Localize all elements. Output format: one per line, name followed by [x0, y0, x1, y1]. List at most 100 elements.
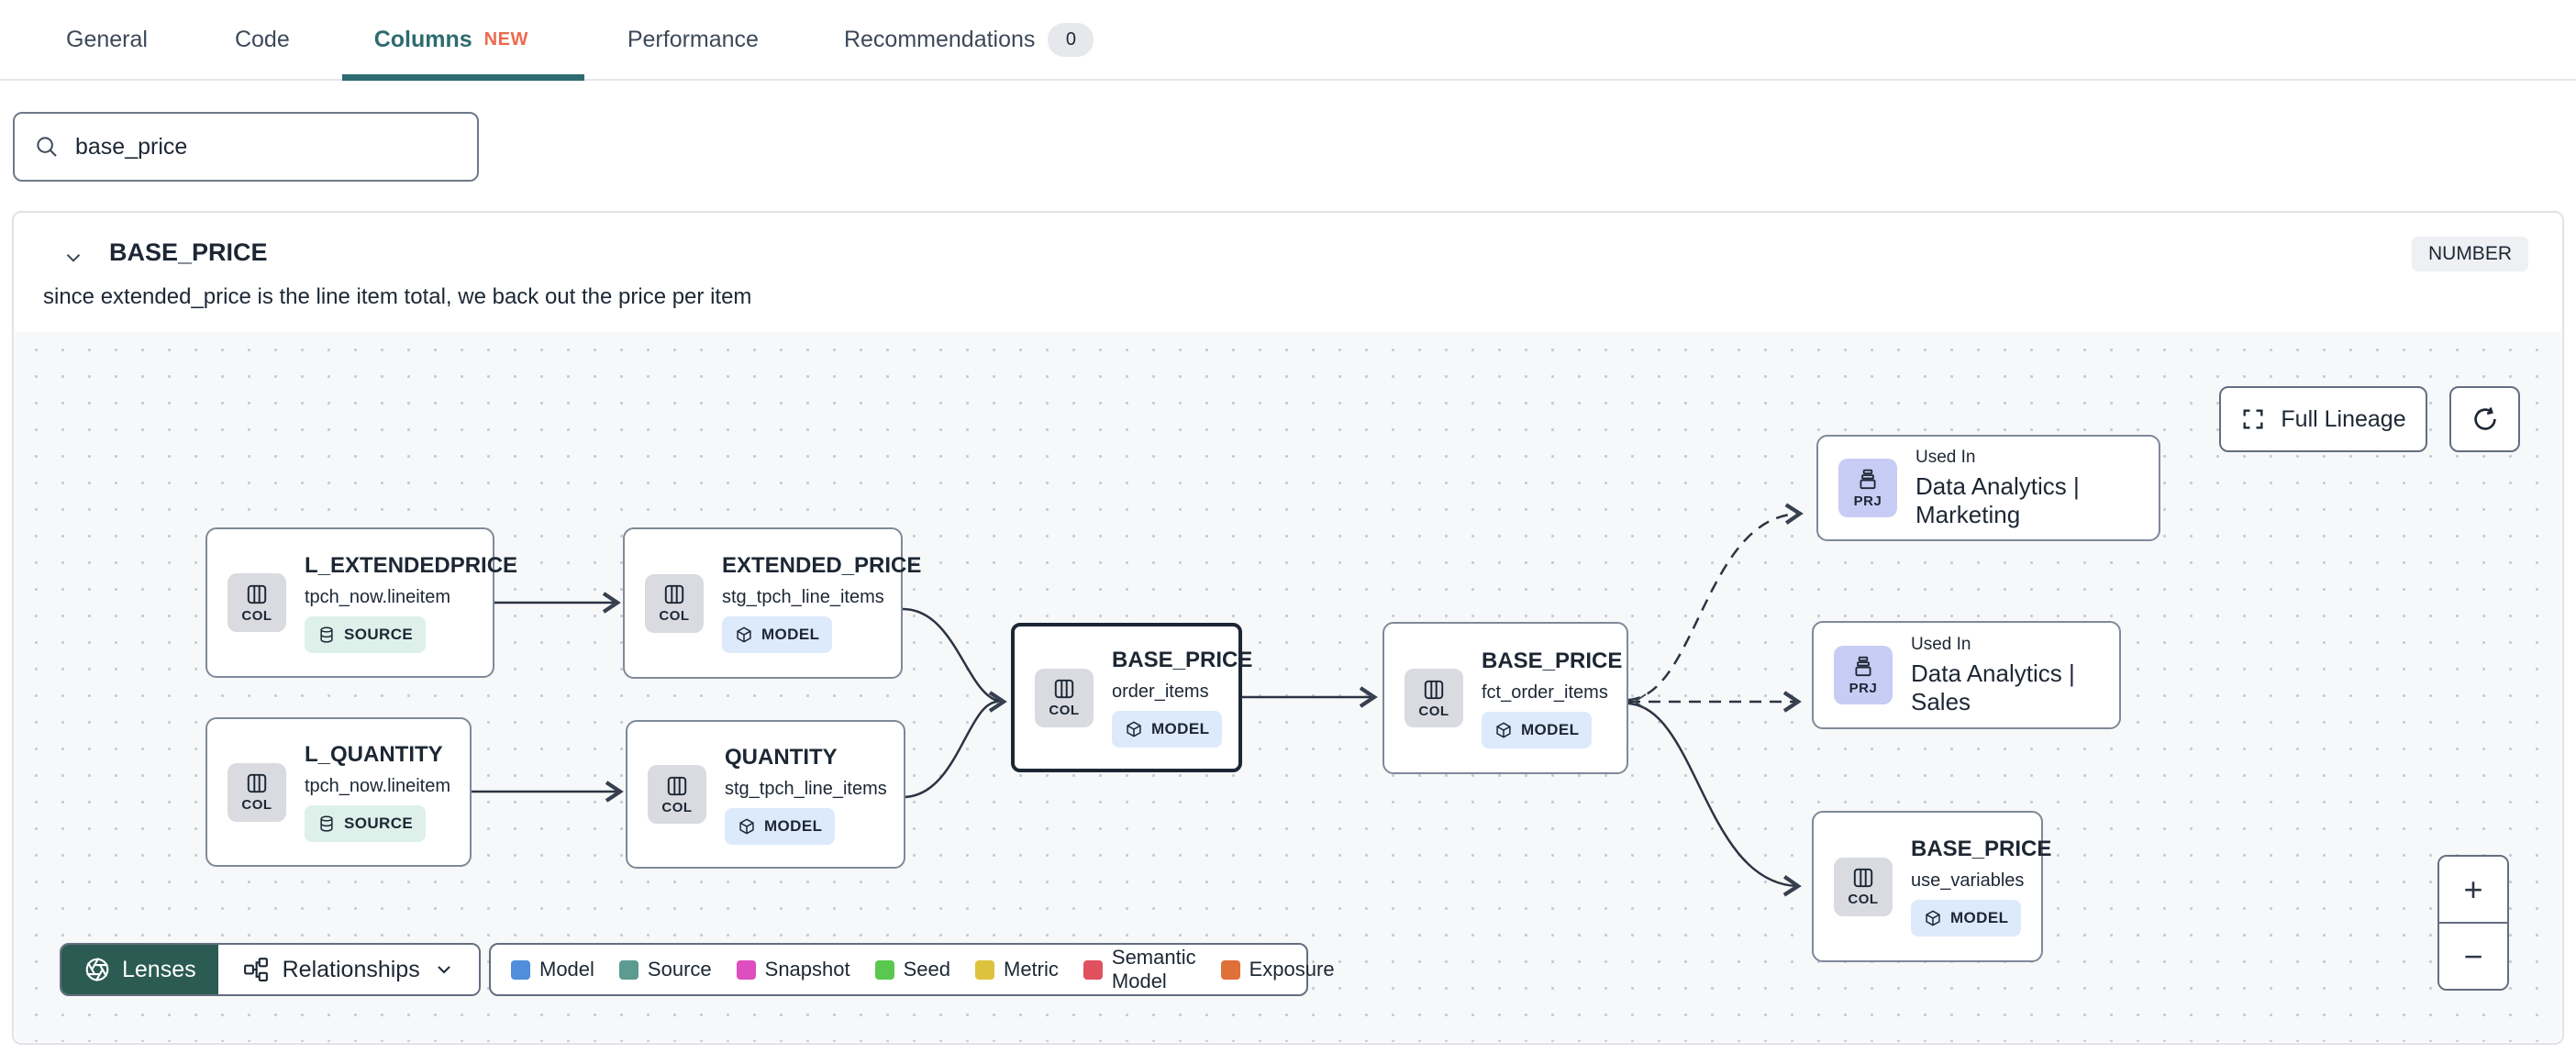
- tab-performance[interactable]: Performance: [627, 27, 759, 53]
- tab-recommendations[interactable]: Recommendations 0: [843, 22, 1094, 57]
- hierarchy-icon: [243, 958, 268, 981]
- column-search[interactable]: [13, 112, 479, 182]
- tab-columns[interactable]: Columns NEW: [374, 27, 528, 53]
- legend-label: Semantic Model: [1111, 946, 1196, 992]
- lineage-node-l-quantity[interactable]: COL L_QUANTITY tpch_now.lineitem SOURCE: [205, 717, 472, 867]
- badge-label: MODEL: [1950, 909, 2009, 926]
- columns-icon: [247, 584, 267, 604]
- legend-swatch: [736, 959, 756, 980]
- col-chip: COL: [1834, 857, 1893, 916]
- node-subtitle: order_items: [1112, 682, 1209, 702]
- chip-label: COL: [1049, 703, 1080, 718]
- columns-icon: [664, 584, 684, 604]
- node-subtitle: tpch_now.lineitem: [305, 776, 450, 796]
- tab-label: Columns: [373, 26, 472, 52]
- chevron-down-icon: [438, 966, 450, 974]
- lineage-canvas[interactable]: COL L_EXTENDEDPRICE tpch_now.lineitem SO…: [15, 332, 2561, 1042]
- lineage-node-base-price-fct-order-items[interactable]: COL BASE_PRICE fct_order_items MODEL: [1382, 622, 1628, 774]
- badge-label: MODEL: [761, 626, 820, 643]
- badge-label: SOURCE: [344, 625, 414, 643]
- col-chip: COL: [228, 762, 286, 822]
- legend-label: Source: [647, 958, 712, 981]
- legend-label: Seed: [903, 958, 950, 981]
- column-lineage-page: General Code Columns NEW Performance Rec…: [0, 0, 2576, 1053]
- legend-item-seed: Seed: [874, 958, 950, 981]
- model-badge: MODEL: [1911, 900, 2022, 937]
- new-badge: NEW: [483, 28, 528, 50]
- tab-general[interactable]: General: [66, 27, 148, 53]
- node-subtitle: stg_tpch_line_items: [722, 587, 884, 607]
- col-chip: COL: [1405, 669, 1463, 727]
- legend-label: Model: [539, 958, 594, 981]
- lineage-node-extended-price[interactable]: COL EXTENDED_PRICE stg_tpch_line_items M…: [623, 527, 921, 679]
- lenses-toolbar: Lenses Relationships: [60, 943, 481, 996]
- refresh-button[interactable]: [2449, 386, 2520, 452]
- tab-label: General: [66, 26, 148, 52]
- source-badge: SOURCE: [305, 615, 427, 653]
- zoom-in-button[interactable]: +: [2439, 857, 2507, 924]
- col-chip: COL: [648, 765, 706, 824]
- badge-label: MODEL: [764, 816, 823, 835]
- model-badge: MODEL: [1482, 711, 1593, 748]
- chip-label: COL: [1418, 703, 1449, 719]
- cube-icon: [737, 626, 751, 643]
- columns-icon: [1054, 679, 1074, 699]
- chip-label: COL: [659, 608, 690, 624]
- node-type-legend: Model Source Snapshot Seed Metric Semant…: [489, 943, 1335, 996]
- full-lineage-button[interactable]: Full Lineage: [2219, 386, 2427, 452]
- tab-label: Code: [234, 26, 290, 52]
- badge-label: SOURCE: [344, 815, 414, 832]
- columns-icon: [247, 773, 267, 793]
- legend-swatch: [1220, 959, 1240, 980]
- lineage-node-base-price-order-items[interactable]: COL BASE_PRICE order_items MODEL: [1011, 623, 1252, 772]
- search-input[interactable]: [75, 133, 459, 161]
- tab-bar: General Code Columns NEW Performance Rec…: [0, 0, 2576, 81]
- columns-icon: [667, 776, 687, 795]
- model-badge: MODEL: [722, 616, 833, 653]
- used-in-label: Used In: [1911, 634, 1971, 654]
- lineage-node-used-in-sales[interactable]: PRJ Used In Data Analytics | Sales: [1812, 621, 2121, 729]
- lineage-edges: [472, 503, 1804, 897]
- lenses-button[interactable]: Lenses: [61, 945, 218, 994]
- node-title: BASE_PRICE: [1112, 648, 1253, 672]
- recommendations-count-badge: 0: [1048, 22, 1094, 57]
- columns-icon: [1424, 680, 1444, 699]
- active-tab-underline: [342, 74, 584, 81]
- node-title: L_EXTENDEDPRICE: [305, 552, 518, 578]
- lineage-node-quantity[interactable]: COL QUANTITY stg_tpch_line_items MODEL: [626, 720, 905, 869]
- legend-swatch: [874, 959, 894, 980]
- chip-label: COL: [661, 799, 693, 815]
- relationships-label: Relationships: [282, 956, 420, 982]
- node-title: QUANTITY: [725, 744, 838, 770]
- legend-swatch: [511, 959, 530, 980]
- chip-label: COL: [241, 607, 272, 624]
- column-name: BASE_PRICE: [109, 238, 268, 266]
- node-subtitle: fct_order_items: [1482, 682, 1608, 703]
- node-title: BASE_PRICE: [1911, 837, 2052, 861]
- aperture-icon: [85, 958, 109, 981]
- node-subtitle: use_variables: [1911, 870, 2025, 891]
- lineage-node-l-extendedprice[interactable]: COL L_EXTENDEDPRICE tpch_now.lineitem SO…: [205, 527, 517, 678]
- search-icon: [37, 137, 57, 157]
- node-title: EXTENDED_PRICE: [722, 553, 922, 578]
- badge-label: MODEL: [1521, 720, 1580, 738]
- relationships-dropdown[interactable]: Relationships: [217, 945, 479, 994]
- model-badge: MODEL: [725, 807, 836, 845]
- chevron-down-icon[interactable]: [61, 246, 85, 270]
- zoom-out-button[interactable]: −: [2439, 924, 2507, 989]
- node-subtitle: stg_tpch_line_items: [725, 778, 887, 799]
- cube-icon: [1926, 910, 1940, 926]
- project-icon: [1860, 469, 1876, 489]
- source-badge: SOURCE: [305, 805, 427, 842]
- tab-label: Recommendations: [843, 26, 1036, 52]
- tab-code[interactable]: Code: [235, 27, 290, 53]
- prj-chip: PRJ: [1834, 646, 1893, 704]
- prj-chip: PRJ: [1838, 459, 1897, 517]
- lineage-node-used-in-marketing[interactable]: PRJ Used In Data Analytics | Marketing: [1816, 435, 2160, 541]
- column-type-badge: NUMBER: [2411, 237, 2528, 272]
- lineage-node-base-price-use-variables[interactable]: COL BASE_PRICE use_variables MODEL: [1812, 811, 2051, 962]
- legend-label: Snapshot: [764, 958, 850, 981]
- col-chip: COL: [228, 573, 286, 632]
- tab-label: Performance: [627, 26, 759, 52]
- column-description: since extended_price is the line item to…: [43, 284, 752, 309]
